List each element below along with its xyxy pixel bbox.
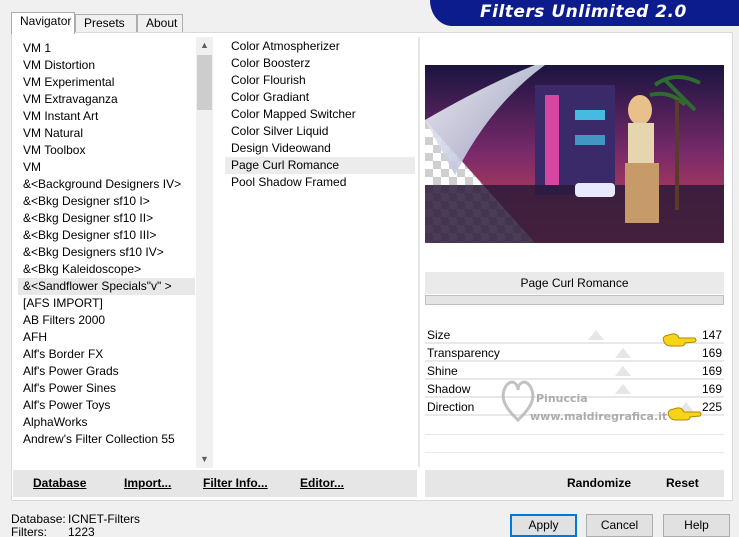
filters-count: 1223 xyxy=(68,525,95,537)
filter-item[interactable]: Color Mapped Switcher xyxy=(225,106,415,123)
param-value: 169 xyxy=(701,382,722,396)
editor-button[interactable]: Editor... xyxy=(300,476,344,490)
param-label: Shine xyxy=(427,364,458,378)
category-item[interactable]: AFH xyxy=(18,329,195,346)
slider-thumb[interactable] xyxy=(615,348,631,358)
filter-item[interactable]: Pool Shadow Framed xyxy=(225,174,415,191)
category-scrollbar[interactable]: ▲ ▼ xyxy=(196,37,213,468)
watermark: Pinuccia www.maldiregrafica.it xyxy=(498,372,698,428)
reset-button[interactable]: Reset xyxy=(666,476,699,490)
filter-item[interactable]: Color Flourish xyxy=(225,72,415,89)
category-item[interactable]: &<Background Designers IV> xyxy=(18,176,195,193)
param-value: 169 xyxy=(701,346,722,360)
category-item[interactable]: &<Bkg Kaleidoscope> xyxy=(18,261,195,278)
category-item[interactable]: AB Filters 2000 xyxy=(18,312,195,329)
filter-item-selected[interactable]: Page Curl Romance xyxy=(225,157,415,174)
watermark-url: www.maldiregrafica.it xyxy=(530,410,668,423)
filter-item[interactable]: Color Boosterz xyxy=(225,55,415,72)
slider-thumb[interactable] xyxy=(588,330,604,340)
category-item[interactable]: VM Natural xyxy=(18,125,195,142)
title-banner: Filters Unlimited 2.0 xyxy=(430,0,739,26)
scroll-down-icon[interactable]: ▼ xyxy=(196,451,213,468)
scroll-thumb[interactable] xyxy=(197,55,212,110)
category-item[interactable]: VM Distortion xyxy=(18,57,195,74)
param-label: Direction xyxy=(427,400,475,414)
category-item[interactable]: &<Bkg Designer sf10 I> xyxy=(18,193,195,210)
tab-navigator[interactable]: Navigator xyxy=(11,12,75,34)
right-button-bar: Randomize Reset xyxy=(425,470,724,497)
help-button[interactable]: Help xyxy=(663,514,730,537)
scroll-up-icon[interactable]: ▲ xyxy=(196,37,213,54)
preview-image xyxy=(425,65,724,243)
param-label: Shadow xyxy=(427,382,471,396)
category-item[interactable]: [AFS IMPORT] xyxy=(18,295,195,312)
filters-label: Filters: xyxy=(11,525,47,537)
tab-about[interactable]: About xyxy=(137,14,183,33)
empty-param-row xyxy=(425,434,724,435)
progress-bar xyxy=(425,295,724,305)
category-item[interactable]: &<Bkg Designer sf10 III> xyxy=(18,227,195,244)
category-item[interactable]: Alf's Border FX xyxy=(18,346,195,363)
database-info: Database: ICNET-Filters Filters: 1223 xyxy=(11,513,151,537)
filter-info-button[interactable]: Filter Info... xyxy=(203,476,268,490)
left-button-bar: Database Import... Filter Info... Editor… xyxy=(13,470,417,497)
filter-list[interactable]: Color Atmospherizer Color Boosterz Color… xyxy=(225,38,415,191)
filter-preview xyxy=(425,65,724,243)
watermark-name: Pinuccia xyxy=(536,392,588,405)
filter-item[interactable]: Color Silver Liquid xyxy=(225,123,415,140)
category-item[interactable]: AlphaWorks xyxy=(18,414,195,431)
tab-presets[interactable]: Presets xyxy=(75,14,137,33)
category-item[interactable]: VM Toolbox xyxy=(18,142,195,159)
import-button[interactable]: Import... xyxy=(124,476,171,490)
category-item[interactable]: &<Bkg Designer sf10 II> xyxy=(18,210,195,227)
category-item[interactable]: Alf's Power Grads xyxy=(18,363,195,380)
apply-button[interactable]: Apply xyxy=(510,514,577,537)
panel-divider xyxy=(418,37,420,467)
category-item[interactable]: VM 1 xyxy=(18,40,195,57)
empty-param-row xyxy=(425,452,724,453)
param-label: Size xyxy=(427,328,451,342)
pointing-hand-icon xyxy=(662,333,697,347)
category-item[interactable]: VM Instant Art xyxy=(18,108,195,125)
app-title: Filters Unlimited 2.0 xyxy=(480,2,687,22)
param-label: Transparency xyxy=(427,346,500,360)
param-value: 147 xyxy=(701,328,722,342)
category-item[interactable]: Alf's Power Sines xyxy=(18,380,195,397)
randomize-button[interactable]: Randomize xyxy=(567,476,631,490)
filter-item[interactable]: Color Gradiant xyxy=(225,89,415,106)
category-item[interactable]: Alf's Power Toys xyxy=(18,397,195,414)
category-list[interactable]: VM 1 VM Distortion VM Experimental VM Ex… xyxy=(18,37,195,467)
param-value: 169 xyxy=(701,364,722,378)
category-item[interactable]: VM Extravaganza xyxy=(18,91,195,108)
param-value: 225 xyxy=(701,400,722,414)
database-button[interactable]: Database xyxy=(33,476,86,490)
category-item-selected[interactable]: &<Sandflower Specials"v" > xyxy=(18,278,195,295)
category-item[interactable]: Andrew's Filter Collection 55 xyxy=(18,431,195,448)
category-item[interactable]: VM Experimental xyxy=(18,74,195,91)
selected-filter-name: Page Curl Romance xyxy=(425,272,724,294)
cancel-button[interactable]: Cancel xyxy=(586,514,653,537)
filter-item[interactable]: Color Atmospherizer xyxy=(225,38,415,55)
category-item[interactable]: &<Bkg Designers sf10 IV> xyxy=(18,244,195,261)
filter-item[interactable]: Design Videowand xyxy=(225,140,415,157)
category-item[interactable]: VM xyxy=(18,159,195,176)
